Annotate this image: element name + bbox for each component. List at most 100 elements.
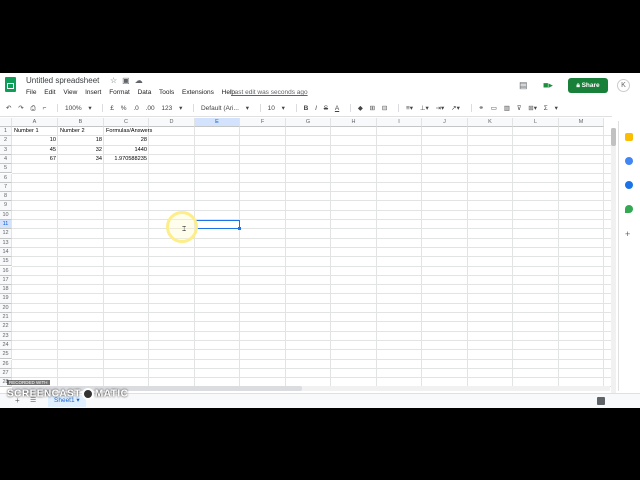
text-wrap-icon[interactable]: ⇥▾ xyxy=(436,104,445,112)
row-header-9[interactable]: 9 xyxy=(0,201,12,211)
cell-b4[interactable]: 34 xyxy=(58,155,104,164)
functions-button[interactable]: Σ ▾ xyxy=(544,104,558,112)
filter-icon[interactable]: ⊽ xyxy=(517,104,522,112)
text-color-button[interactable]: A xyxy=(335,105,339,112)
sheets-logo-icon[interactable] xyxy=(5,77,16,92)
row-header-11[interactable]: 11 xyxy=(0,220,12,230)
column-header-f[interactable]: F xyxy=(240,118,286,127)
column-header-j[interactable]: J xyxy=(422,118,468,127)
row-header-15[interactable]: 15 xyxy=(0,257,12,267)
row-header-6[interactable]: 6 xyxy=(0,173,12,183)
row-header-10[interactable]: 10 xyxy=(0,210,12,220)
row-header-16[interactable]: 16 xyxy=(0,266,12,276)
cell-c1[interactable]: Formulas/Answers xyxy=(104,127,152,136)
row-header-26[interactable]: 26 xyxy=(0,359,12,369)
cell-a1[interactable]: Number 1 xyxy=(12,127,58,136)
keep-icon[interactable] xyxy=(625,133,633,141)
cell-c4[interactable]: 1.970588235 xyxy=(104,155,149,164)
row-header-27[interactable]: 27 xyxy=(0,368,12,379)
merge-cells-icon[interactable]: ⊟ xyxy=(382,104,387,112)
cell-b1[interactable]: Number 2 xyxy=(58,127,104,136)
increase-decimal-button[interactable]: .00 xyxy=(146,105,155,112)
row-header-3[interactable]: 3 xyxy=(0,145,12,155)
formula-bar[interactable] xyxy=(0,116,612,117)
row-header-20[interactable]: 20 xyxy=(0,303,12,313)
menu-data[interactable]: Data xyxy=(138,89,152,96)
move-folder-icon[interactable]: ▣ xyxy=(122,76,135,85)
menu-extensions[interactable]: Extensions xyxy=(182,89,214,96)
text-rotate-icon[interactable]: ↗▾ xyxy=(451,104,460,112)
row-header-25[interactable]: 25 xyxy=(0,350,12,360)
strikethrough-button[interactable]: S xyxy=(324,105,328,112)
add-addon-icon[interactable]: + xyxy=(625,229,630,239)
last-edit-link[interactable]: Last edit was seconds ago xyxy=(231,89,308,96)
cloud-status-icon[interactable]: ☁ xyxy=(135,76,148,85)
tasks-icon[interactable] xyxy=(625,157,633,165)
undo-icon[interactable]: ↶ xyxy=(6,104,11,112)
column-header-c[interactable]: C xyxy=(104,118,149,127)
insert-comment-icon[interactable]: ▭ xyxy=(491,104,497,112)
print-icon[interactable]: ⎙ xyxy=(31,105,36,113)
cell-a3[interactable]: 45 xyxy=(12,146,58,155)
column-header-k[interactable]: K xyxy=(468,118,513,127)
explore-icon[interactable] xyxy=(597,397,605,405)
row-header-18[interactable]: 18 xyxy=(0,285,12,295)
italic-button[interactable]: I xyxy=(315,105,317,112)
column-header-l[interactable]: L xyxy=(513,118,559,127)
avatar[interactable]: K xyxy=(617,79,630,92)
row-header-5[interactable]: 5 xyxy=(0,164,12,174)
comments-icon[interactable]: ▤ xyxy=(519,80,528,91)
cell-a4[interactable]: 67 xyxy=(12,155,58,164)
column-header-b[interactable]: B xyxy=(58,118,104,127)
meet-icon[interactable]: ■▸ xyxy=(543,80,553,91)
insert-link-icon[interactable]: ⚭ xyxy=(478,104,483,112)
maps-icon[interactable] xyxy=(625,205,633,213)
menu-tools[interactable]: Tools xyxy=(159,89,174,96)
row-header-12[interactable]: 12 xyxy=(0,229,12,239)
row-header-19[interactable]: 19 xyxy=(0,294,12,304)
select-all-corner[interactable] xyxy=(0,118,12,127)
row-header-2[interactable]: 2 xyxy=(0,136,12,146)
cell-b2[interactable]: 18 xyxy=(58,136,104,145)
menu-insert[interactable]: Insert xyxy=(85,89,101,96)
redo-icon[interactable]: ↷ xyxy=(18,104,23,112)
cell-c3[interactable]: 1440 xyxy=(104,146,149,155)
menu-view[interactable]: View xyxy=(63,89,77,96)
spreadsheet-grid[interactable]: ABCDEFGHIJKLM 1 2 3 4 5 6 7 8 9 10 11 12 13 14 15 16 17 1… xyxy=(0,118,612,388)
row-header-24[interactable]: 24 xyxy=(0,340,12,351)
currency-format-button[interactable]: £ xyxy=(110,105,114,112)
insert-chart-icon[interactable]: ▥ xyxy=(504,104,510,112)
column-header-i[interactable]: I xyxy=(377,118,422,127)
vertical-scrollbar-track[interactable] xyxy=(611,128,616,393)
star-icon[interactable]: ☆ xyxy=(110,76,122,85)
active-cell-selection[interactable] xyxy=(195,220,240,230)
fill-handle[interactable] xyxy=(238,227,241,231)
cell-c2[interactable]: 28 xyxy=(104,136,149,145)
row-header-7[interactable]: 7 xyxy=(0,182,12,193)
column-header-d[interactable]: D xyxy=(149,118,195,127)
menu-edit[interactable]: Edit xyxy=(44,89,55,96)
cell-b3[interactable]: 32 xyxy=(58,146,104,155)
font-size-select[interactable]: 10 ▾ xyxy=(268,104,285,112)
row-header-13[interactable]: 13 xyxy=(0,238,12,248)
column-header-m[interactable]: M xyxy=(559,118,604,127)
contacts-icon[interactable] xyxy=(625,181,633,189)
percent-format-button[interactable]: % xyxy=(121,105,127,112)
borders-icon[interactable]: ⊞ xyxy=(370,104,375,112)
filter-views-icon[interactable]: ⊞▾ xyxy=(528,104,537,112)
share-button[interactable]: 🔒︎ Share xyxy=(568,78,608,93)
row-header-1[interactable]: 1 xyxy=(0,127,12,137)
row-header-8[interactable]: 8 xyxy=(0,192,12,202)
horizontal-align-icon[interactable]: ≡▾ xyxy=(406,104,413,112)
font-select[interactable]: Default (Ari... ▾ xyxy=(201,104,249,112)
menu-format[interactable]: Format xyxy=(109,89,130,96)
row-header-22[interactable]: 22 xyxy=(0,322,12,332)
column-header-h[interactable]: H xyxy=(331,118,377,127)
decrease-decimal-button[interactable]: .0 xyxy=(133,105,138,112)
document-title[interactable]: Untitled spreadsheet xyxy=(26,76,99,85)
row-header-4[interactable]: 4 xyxy=(0,154,12,165)
menu-file[interactable]: File xyxy=(26,89,36,96)
row-header-14[interactable]: 14 xyxy=(0,247,12,258)
vertical-scrollbar-thumb[interactable] xyxy=(611,128,616,146)
row-header-17[interactable]: 17 xyxy=(0,275,12,286)
